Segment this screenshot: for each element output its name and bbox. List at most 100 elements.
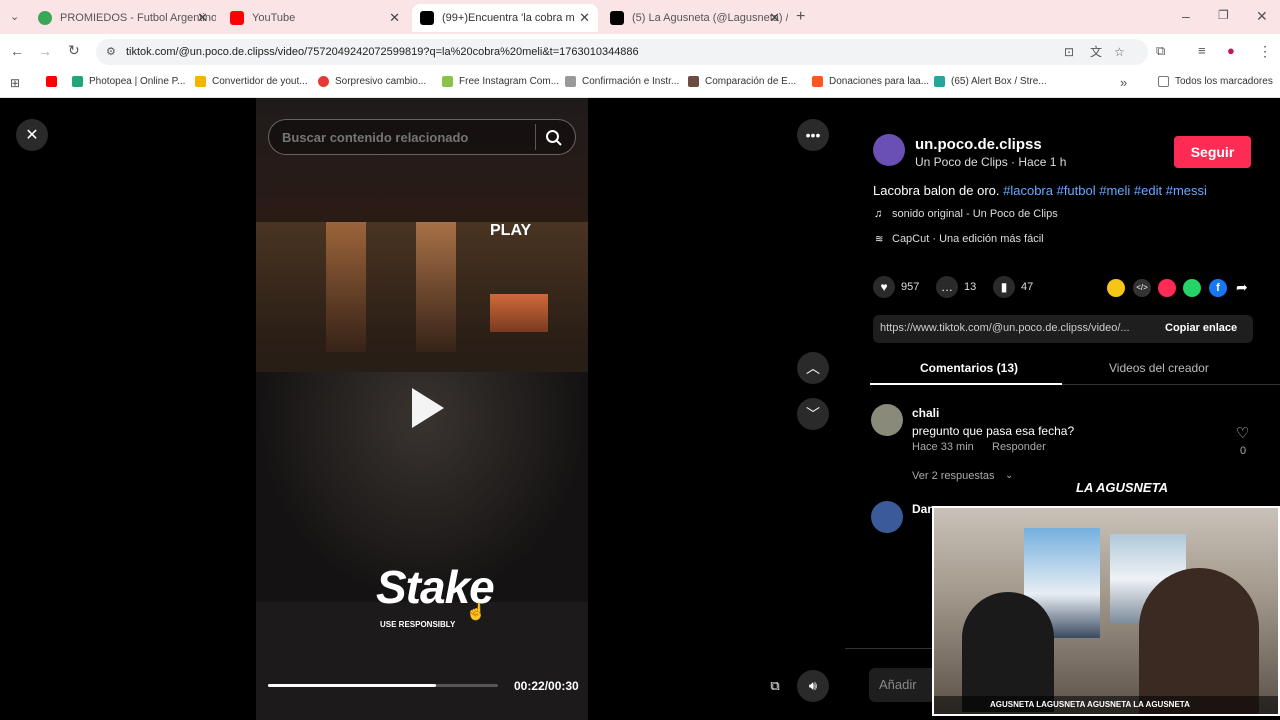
bookmark-item[interactable]: Photopea | Online P... bbox=[72, 76, 185, 87]
bookmark-item[interactable]: Free Instagram Com... bbox=[442, 76, 559, 87]
creator-handle[interactable]: un.poco.de.clipss bbox=[915, 136, 1042, 153]
view-replies-button[interactable]: Ver 2 respuestas bbox=[912, 470, 995, 482]
send-icon[interactable] bbox=[1158, 279, 1176, 297]
video-player[interactable]: PLAY Stake USE RESPONSIBLY ☝ 00:22/00:30 bbox=[256, 98, 588, 720]
bookmark-label: Photopea | Online P... bbox=[89, 76, 186, 87]
facebook-icon[interactable]: f bbox=[1209, 279, 1227, 297]
bookmark-item[interactable]: Sorpresivo cambio... bbox=[318, 76, 426, 87]
compare-icon bbox=[688, 76, 699, 87]
tab-promiedos[interactable]: PROMIEDOS - Futbol Argentino ✕ bbox=[30, 4, 216, 32]
picture-in-picture-icon[interactable]: ⧉ bbox=[759, 670, 791, 702]
bookmark-item[interactable]: Confirmación e Instr... bbox=[565, 76, 679, 87]
chevron-up-icon[interactable]: ︿ bbox=[797, 352, 829, 384]
comment-text: pregunto que pasa esa fecha? bbox=[912, 424, 1075, 438]
volume-icon[interactable]: 🔊︎ bbox=[797, 670, 829, 702]
heart-icon[interactable]: ♥ bbox=[873, 276, 895, 298]
browser-toolbar: ← → ↻ ⚙ tiktok.com/@un.poco.de.clipss/vi… bbox=[0, 34, 1280, 70]
menu-icon[interactable]: ⋮ bbox=[1258, 43, 1272, 60]
heart-outline-icon[interactable]: ♡ bbox=[1236, 424, 1249, 442]
follow-button[interactable]: Seguir bbox=[1174, 136, 1251, 168]
cursor-icon: ☝ bbox=[466, 604, 486, 621]
link-box: https://www.tiktok.com/@un.poco.de.clips… bbox=[873, 315, 1253, 343]
close-tab-icon[interactable]: ✕ bbox=[197, 10, 208, 26]
bookmark-item[interactable]: Donaciones para laa... bbox=[812, 76, 929, 87]
person-left bbox=[962, 592, 1054, 712]
tab-x[interactable]: (5) La Agusneta (@Lagusneta) / ✕ bbox=[602, 4, 788, 32]
bookmark-item[interactable]: Comparación de E... bbox=[688, 76, 796, 87]
address-bar[interactable]: ⚙ tiktok.com/@un.poco.de.clipss/video/75… bbox=[96, 39, 1148, 65]
bookmark-label: Convertidor de yout... bbox=[212, 76, 308, 87]
embed-icon[interactable]: </> bbox=[1133, 279, 1151, 297]
translate-icon[interactable]: 文 bbox=[1090, 39, 1102, 65]
site-info-icon[interactable]: ⚙ bbox=[106, 39, 116, 65]
apps-icon[interactable]: ⊞ bbox=[10, 76, 20, 90]
tab-label: PROMIEDOS - Futbol Argentino bbox=[60, 12, 216, 24]
share-link[interactable]: https://www.tiktok.com/@un.poco.de.clips… bbox=[880, 322, 1150, 334]
minimize-icon[interactable]: – bbox=[1182, 8, 1190, 24]
profile-icon[interactable]: ● bbox=[1227, 43, 1235, 58]
tiktok-icon bbox=[420, 11, 434, 25]
save-count: 47 bbox=[1021, 281, 1034, 293]
bookmark-item[interactable]: (65) Alert Box / Stre... bbox=[934, 76, 1047, 87]
media-controls-icon[interactable]: ≡ bbox=[1198, 43, 1206, 58]
more-bookmarks-icon[interactable]: » bbox=[1120, 75, 1127, 90]
tab-creator-videos[interactable]: Videos del creador bbox=[1109, 361, 1209, 375]
extensions-icon[interactable]: ⧉ bbox=[1156, 43, 1165, 59]
coin-icon[interactable] bbox=[1107, 279, 1125, 297]
instagram-tool-icon bbox=[442, 76, 453, 87]
reload-icon[interactable]: ↻ bbox=[68, 42, 80, 59]
share-arrow-icon[interactable]: ➦ bbox=[1236, 279, 1248, 296]
comment-user[interactable]: chali bbox=[912, 406, 939, 420]
new-tab-icon[interactable]: + bbox=[796, 8, 805, 26]
avatar[interactable] bbox=[871, 404, 903, 436]
copy-link-button[interactable]: Copiar enlace bbox=[1165, 322, 1237, 334]
browser-tab-strip: ⌄ PROMIEDOS - Futbol Argentino ✕ YouTube… bbox=[0, 0, 1280, 34]
all-bookmarks[interactable]: Todos los marcadores bbox=[1158, 76, 1273, 87]
reply-button[interactable]: Responder bbox=[992, 441, 1046, 453]
hashtags[interactable]: #lacobra #futbol #meli #edit #messi bbox=[1003, 183, 1207, 198]
bookmark-star-icon[interactable]: ☆ bbox=[1114, 39, 1125, 65]
chevron-down-icon[interactable]: ⌄ bbox=[1005, 470, 1013, 481]
bookmark-youtube[interactable] bbox=[46, 76, 63, 87]
tab-search-icon[interactable]: ⌄ bbox=[10, 10, 19, 23]
close-tab-icon[interactable]: ✕ bbox=[579, 10, 590, 26]
tab-tiktok[interactable]: (99+)Encuentra 'la cobra m ✕ bbox=[412, 4, 598, 32]
comment-icon[interactable]: … bbox=[936, 276, 958, 298]
forward-icon[interactable]: → bbox=[38, 43, 52, 59]
close-window-icon[interactable]: ✕ bbox=[1256, 8, 1268, 25]
install-app-icon[interactable]: ⊡ bbox=[1064, 39, 1074, 65]
restore-icon[interactable]: ❐ bbox=[1218, 8, 1229, 22]
bookmark-label: Donaciones para laa... bbox=[829, 76, 930, 87]
social-handles: AGUSNETA LAGUSNETA AGUSNETA LA AGUSNETA bbox=[990, 700, 1190, 709]
bookmark-item[interactable]: Convertidor de yout... bbox=[195, 76, 308, 87]
close-tab-icon[interactable]: ✕ bbox=[389, 10, 400, 26]
chevron-down-icon[interactable]: ﹀ bbox=[797, 398, 829, 430]
avatar[interactable] bbox=[871, 501, 903, 533]
close-icon[interactable]: ✕ bbox=[16, 119, 48, 151]
close-tab-icon[interactable]: ✕ bbox=[769, 10, 780, 26]
tab-comments[interactable]: Comentarios (13) bbox=[920, 361, 1018, 375]
search-bar[interactable] bbox=[268, 119, 576, 155]
tab-label: (5) La Agusneta (@Lagusneta) / bbox=[632, 12, 788, 24]
progress-track[interactable] bbox=[268, 684, 498, 687]
comment-count: 13 bbox=[964, 281, 977, 293]
comment-time: Hace 33 min bbox=[912, 441, 974, 453]
back-icon[interactable]: ← bbox=[10, 43, 24, 59]
tab-youtube[interactable]: YouTube ✕ bbox=[222, 4, 408, 32]
music-note-icon: ♫ bbox=[874, 208, 883, 220]
more-options-icon[interactable]: ••• bbox=[797, 119, 829, 151]
search-icon[interactable] bbox=[545, 129, 563, 147]
avatar[interactable] bbox=[873, 134, 905, 166]
sound-link[interactable]: sonido original - Un Poco de Clips bbox=[892, 208, 1058, 220]
search-input[interactable] bbox=[282, 128, 522, 146]
video-time: 00:22/00:30 bbox=[514, 679, 579, 693]
comment-input[interactable]: Añadir bbox=[869, 668, 939, 702]
bookmark-icon[interactable]: ▮ bbox=[993, 276, 1015, 298]
capcut-link[interactable]: CapCut · Una edición más fácil bbox=[892, 233, 1044, 245]
whatsapp-icon[interactable] bbox=[1183, 279, 1201, 297]
tab-label: (99+)Encuentra 'la cobra m bbox=[442, 12, 575, 24]
stage-pillar bbox=[416, 222, 456, 352]
play-icon[interactable] bbox=[398, 382, 450, 434]
video-caption: Lacobra balon de oro. #lacobra #futbol #… bbox=[873, 183, 1207, 198]
tiktok-page: ✕ PLAY Stake USE RESPONSIBLY ☝ 00:22/00:… bbox=[0, 98, 1280, 720]
